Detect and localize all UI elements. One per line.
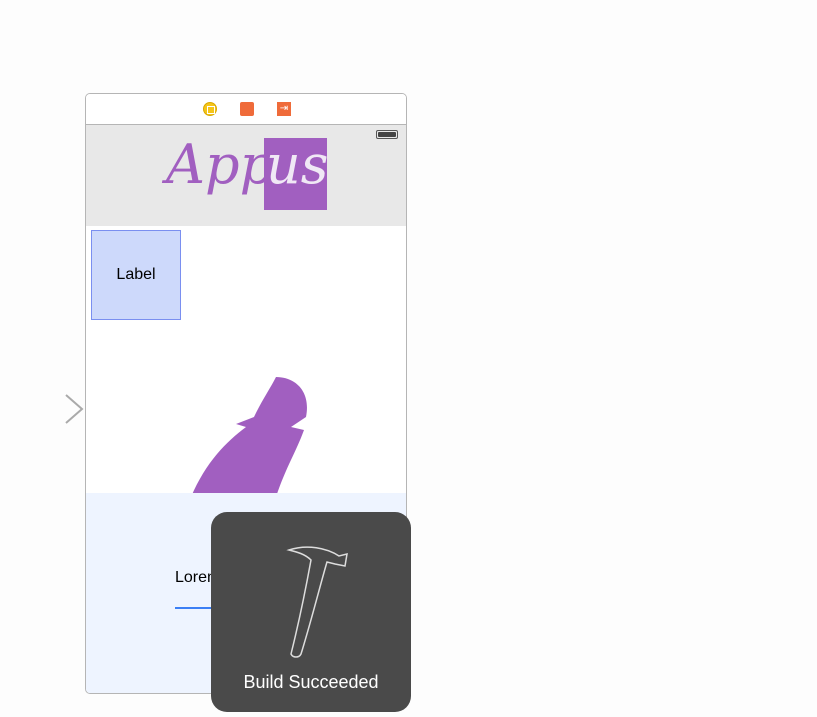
exit-icon[interactable]: ⇥: [277, 102, 291, 116]
logo-text-app: App: [166, 133, 275, 196]
feather-icon: [186, 372, 316, 502]
view-controller-icon[interactable]: [203, 102, 217, 116]
logo-text-us: us: [266, 133, 329, 196]
build-status-hud: Build Succeeded: [211, 512, 411, 712]
hammer-icon: [277, 542, 357, 667]
scene-dock: ⇥: [86, 94, 406, 125]
battery-icon: [376, 130, 398, 139]
first-responder-icon[interactable]: [240, 102, 254, 116]
label[interactable]: Label: [91, 230, 181, 320]
header-view: App us: [86, 125, 406, 226]
entry-point-arrow[interactable]: [0, 394, 86, 424]
build-status-message: Build Succeeded: [243, 672, 379, 692]
